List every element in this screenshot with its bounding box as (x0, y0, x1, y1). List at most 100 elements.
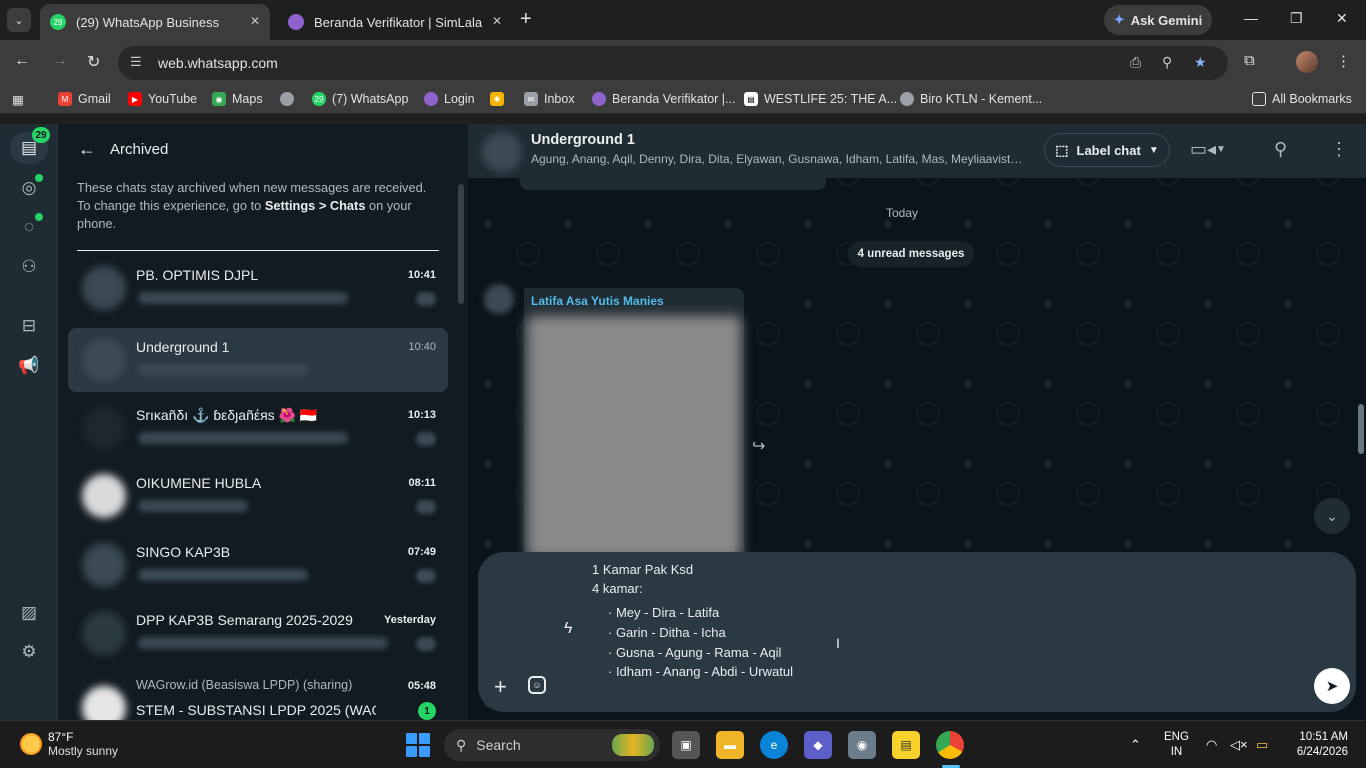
chat-item-singo-kap3b[interactable]: SINGO KAP3B 07:49 (68, 533, 448, 597)
quick-replies-bolt-icon[interactable]: ϟ (564, 620, 572, 638)
group-name[interactable]: Underground 1 (531, 132, 635, 148)
image-blurred[interactable] (527, 316, 741, 558)
sticker-icon[interactable]: ☺ (528, 676, 546, 694)
menu-icon[interactable]: ⋮ (1330, 139, 1348, 160)
catalog-icon[interactable]: ⊟ (17, 314, 41, 338)
settings-icon[interactable]: ⚙ (17, 640, 41, 664)
close-window-icon[interactable]: ✕ (1336, 10, 1348, 27)
browser-tab-bar: ⌄ 29 (29) WhatsApp Business ✕ Beranda Ve… (0, 0, 1366, 40)
avatar (82, 266, 126, 310)
bookmark-biro-ktln[interactable]: Biro KTLN - Kement... (900, 92, 1042, 106)
minimize-icon[interactable]: — (1244, 10, 1258, 26)
tab-whatsapp[interactable]: 29 (29) WhatsApp Business ✕ (40, 4, 270, 40)
gmail-icon: M (58, 92, 72, 106)
tab-search-chevron-icon[interactable]: ⌄ (7, 8, 31, 32)
status-icon[interactable]: ◎ (17, 174, 43, 200)
chat-name: DPP KAP3B Semarang 2025-2029 (136, 612, 353, 628)
bookmark-whatsapp[interactable]: 29 (7) WhatsApp (312, 92, 408, 106)
tab-simlala[interactable]: Beranda Verifikator | SimLala ✕ (278, 4, 512, 40)
group-members[interactable]: Agung, Anang, Aqil, Denny, Dira, Dita, E… (531, 152, 1023, 166)
chrome-icon[interactable] (936, 731, 964, 759)
avatar (82, 611, 126, 655)
scrollbar-thumb[interactable] (458, 184, 464, 304)
new-tab-icon[interactable]: + (520, 9, 532, 29)
start-windows-icon[interactable] (406, 733, 430, 757)
media-gallery-icon[interactable]: ▨ (17, 601, 41, 625)
zoom-icon[interactable]: ⚲ (1162, 54, 1172, 71)
sender-name[interactable]: Latifa Asa Yutis Manies (531, 294, 664, 308)
bookmark-label: Biro KTLN - Kement... (920, 92, 1043, 106)
taskbar-search[interactable]: ⚲ Search (444, 729, 660, 761)
site-info-icon[interactable]: ☰ (130, 54, 142, 70)
camera-icon[interactable]: ◉ (848, 731, 876, 759)
back-icon[interactable]: ← (14, 52, 30, 70)
system-clock[interactable]: 10:51 AM 6/24/2026 (1288, 730, 1348, 760)
ask-gemini-button[interactable]: ✦ Ask Gemini (1104, 5, 1212, 35)
chat-item-oikumene-hubla[interactable]: OIKUMENE HUBLA 08:11 (68, 464, 448, 528)
bookmark-globe[interactable] (280, 92, 300, 106)
search-icon: ⚲ (456, 736, 467, 753)
channels-icon[interactable]: ◌ (17, 213, 43, 239)
scroll-down-chevron-icon[interactable]: ⌄ (1314, 498, 1350, 534)
scrollbar-thumb[interactable] (1358, 404, 1364, 454)
communities-icon[interactable]: ⚇ (17, 255, 41, 279)
forward-icon[interactable]: ↪ (752, 436, 765, 456)
apps-grid-icon[interactable]: ▦ (12, 92, 24, 107)
chat-item-pb-optimis[interactable]: PB. OPTIMIS DJPL 10:41 (68, 256, 448, 320)
bookmark-star-icon[interactable]: ★ (1194, 54, 1207, 71)
chat-item-srikandi[interactable]: Srıκañδı ⚓ ɓεδȷañέяѕ 🌺 🇮🇩 10:13 (68, 396, 448, 460)
group-avatar[interactable] (482, 132, 522, 172)
bookmark-gmail[interactable]: M Gmail (58, 92, 111, 106)
attach-plus-icon[interactable]: + (494, 674, 507, 700)
browser-menu-icon[interactable]: ⋮ (1336, 52, 1351, 70)
battery-icon[interactable]: ▭ (1256, 737, 1268, 753)
file-explorer-icon[interactable]: ▬ (716, 731, 744, 759)
extensions-icon[interactable]: ⧉ (1244, 52, 1255, 69)
bookmark-westlife[interactable]: ▤ WESTLIFE 25: THE A... (744, 92, 897, 106)
bookmark-login[interactable]: Login (424, 92, 475, 106)
sender-avatar[interactable] (484, 284, 514, 314)
forward-icon[interactable]: → (52, 52, 68, 70)
back-arrow-icon[interactable]: ← (78, 139, 96, 160)
all-bookmarks[interactable]: All Bookmarks (1252, 92, 1352, 106)
label-chat-button[interactable]: ⬚ Label chat ▼ (1044, 133, 1170, 167)
address-bar[interactable]: ☰ web.whatsapp.com ⎙ ⚲ ★ (118, 46, 1228, 80)
sticky-notes-icon[interactable]: ▤ (892, 731, 920, 759)
weather-widget[interactable]: 87°F Mostly sunny (20, 730, 118, 758)
restore-icon[interactable]: ❐ (1290, 10, 1303, 27)
task-view-icon[interactable]: ▣ (672, 731, 700, 759)
message-draft[interactable]: 1 Kamar Pak Ksd 4 kamar: · Mey - Dira - … (592, 560, 793, 681)
chat-time: 07:49 (407, 546, 436, 558)
url-text[interactable]: web.whatsapp.com (158, 55, 278, 71)
speaker-muted-icon[interactable]: ◁× (1230, 737, 1248, 753)
bookmark-youtube[interactable]: ▶ YouTube (128, 92, 197, 106)
ads-megaphone-icon[interactable]: 📢 (17, 354, 41, 378)
send-button[interactable]: ➤ (1314, 668, 1350, 704)
bookmark-maps[interactable]: ◉ Maps (212, 92, 263, 106)
clock-date: 6/24/2026 (1296, 746, 1348, 758)
conversation-header[interactable]: Underground 1 Agung, Anang, Aqil, Denny,… (468, 124, 1366, 178)
close-tab-icon[interactable]: ✕ (250, 14, 260, 28)
input-language[interactable]: ENG IN (1164, 730, 1189, 760)
chat-item-underground-1[interactable]: Underground 1 10:40 (68, 328, 448, 392)
wifi-icon[interactable]: ◠ (1206, 737, 1217, 753)
edge-icon[interactable]: e (760, 731, 788, 759)
chevron-down-icon[interactable]: ▼ (1216, 144, 1226, 155)
chevron-down-icon: ▼ (1148, 144, 1159, 156)
chat-item-dpp-kap3b[interactable]: DPP KAP3B Semarang 2025-2029 Yesterday (68, 601, 448, 665)
copilot-icon[interactable]: ◆ (804, 731, 832, 759)
message-composer[interactable]: 1 Kamar Pak Ksd 4 kamar: · Mey - Dira - … (478, 552, 1356, 712)
bookmark-beranda-verifikator[interactable]: Beranda Verifikator |... (592, 92, 735, 106)
image-message-bubble[interactable]: Latifa Asa Yutis Manies (524, 288, 744, 558)
bookmark-pinwheel[interactable]: ✱ (490, 92, 510, 106)
close-tab-icon[interactable]: ✕ (492, 14, 502, 28)
sunny-icon (20, 733, 42, 755)
video-call-icon[interactable]: ▭◂ (1190, 139, 1216, 160)
profile-avatar[interactable] (1296, 51, 1318, 73)
bookmark-inbox[interactable]: ✉ Inbox (524, 92, 575, 106)
chat-item-stem-lpdp[interactable]: WAGrow.id (Beasiswa LPDP) (sharing) STEM… (68, 676, 448, 720)
install-app-icon[interactable]: ⎙ (1130, 54, 1141, 71)
reload-icon[interactable]: ↻ (87, 52, 100, 72)
tray-overflow-chevron-icon[interactable]: ⌃ (1130, 737, 1141, 753)
search-icon[interactable]: ⚲ (1274, 139, 1287, 160)
